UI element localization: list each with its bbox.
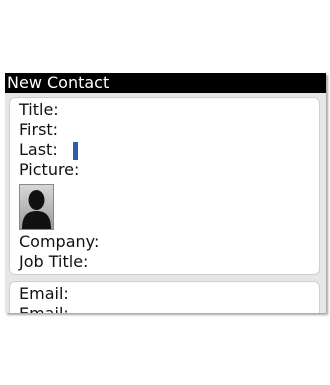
screen-title: New Contact (5, 73, 326, 93)
email-field-2-label: Email: (19, 304, 69, 314)
email-field-2[interactable]: Email: (19, 304, 69, 314)
last-name-field[interactable]: Last: (19, 141, 99, 161)
company-field-label: Company: (19, 232, 100, 251)
email-field-label: Email: (19, 284, 69, 303)
title-field[interactable]: Title: (19, 101, 59, 119)
company-field[interactable]: Company: (19, 233, 99, 251)
first-name-field-label: First: (19, 120, 59, 139)
email-field[interactable]: Email: (19, 285, 69, 303)
last-name-field-label: Last: (19, 140, 58, 159)
picture-field-label: Picture: (19, 160, 80, 179)
contact-details-panel: Title: First: Last: Picture: Company: Jo… (9, 97, 320, 275)
new-contact-screen: New Contact Title: First: Last: Picture:… (5, 73, 326, 313)
job-title-field-label: Job Title: (19, 252, 89, 271)
job-title-field[interactable]: Job Title: (19, 253, 88, 271)
contact-silhouette-icon (22, 190, 51, 229)
text-cursor (73, 142, 78, 160)
title-field-label: Title: (19, 100, 59, 119)
contact-email-panel: Email: Email: (9, 281, 320, 313)
contact-picture[interactable] (19, 184, 54, 230)
first-name-field[interactable]: First: (19, 121, 58, 139)
